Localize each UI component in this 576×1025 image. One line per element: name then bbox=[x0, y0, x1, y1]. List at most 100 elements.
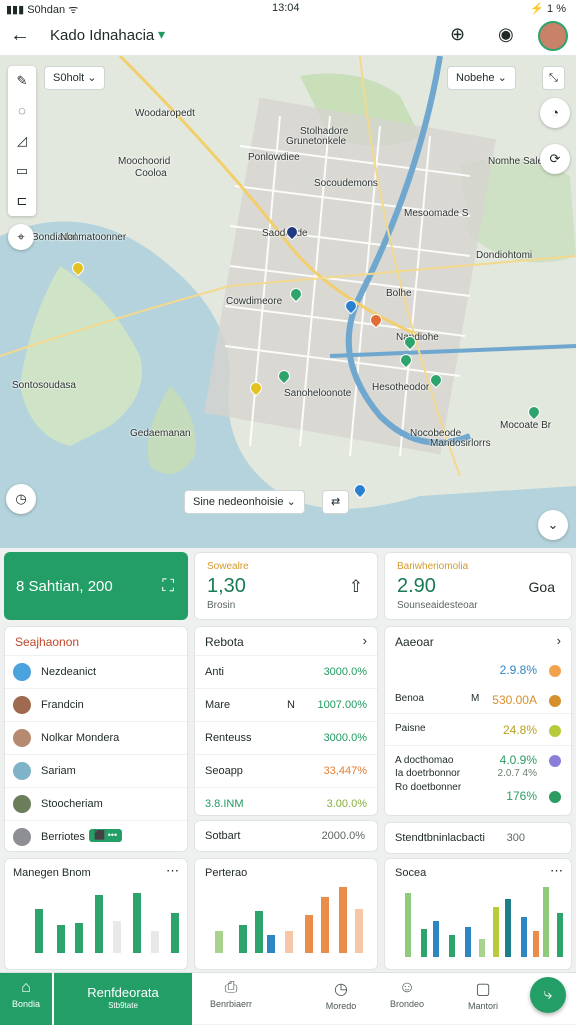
page-title[interactable]: Kado Idnahacia bbox=[50, 27, 154, 44]
map-mode-dropdown[interactable]: Nobehe ⌄ bbox=[447, 66, 516, 90]
locate-icon[interactable]: ⌖ bbox=[8, 224, 34, 250]
nav-item-bag[interactable]: ⎙ Benrbiaerr bbox=[196, 973, 266, 1025]
chat-icon: ▢ bbox=[475, 981, 491, 998]
map-label: Hesotheodor bbox=[372, 382, 430, 393]
route-button[interactable]: ⇄ bbox=[322, 490, 350, 514]
footer-value: 300 bbox=[506, 832, 525, 844]
chevron-right-icon[interactable]: › bbox=[557, 633, 561, 648]
map-label: Woodaropedt bbox=[135, 108, 195, 119]
list-item-label: Frandcin bbox=[41, 699, 84, 711]
mid-footer-card[interactable]: Sotbart 2000.0% bbox=[194, 820, 378, 852]
map-label: Ponlowdiee bbox=[248, 152, 300, 163]
summary-card-metric[interactable]: Sowealre 1,30 Brosin ⇧ bbox=[194, 552, 378, 620]
list-item[interactable]: Nezdeanict bbox=[5, 655, 187, 688]
collapse-icon[interactable]: ⌄ bbox=[538, 510, 568, 540]
summary-primary-label: 8 Sahtian, 200 bbox=[16, 578, 113, 595]
row-label: Renteuss bbox=[205, 732, 252, 744]
layers-icon[interactable]: ▭ bbox=[8, 156, 36, 186]
notification-icon[interactable]: ⊕ bbox=[450, 24, 465, 45]
chart-card-left: Manegen Bnom ⋯ bbox=[4, 858, 188, 970]
bar bbox=[285, 931, 293, 953]
list-item-label: Nezdeanict bbox=[41, 666, 97, 678]
map-view[interactable]: Woodaropedt Moochoorid Cooloa Stolhadore… bbox=[0, 56, 576, 548]
list-item[interactable]: Nolkar Mondera bbox=[5, 721, 187, 754]
map-label: Mocoate Br bbox=[500, 420, 552, 431]
mid-list-title: Rebota bbox=[205, 635, 244, 649]
metric-value: 1,30 bbox=[207, 575, 246, 597]
row-value: 1007.00% bbox=[317, 699, 367, 711]
row-label: A docthomao bbox=[395, 755, 454, 766]
avatar bbox=[13, 696, 31, 714]
list-item[interactable]: Frandcin bbox=[5, 688, 187, 721]
nav-item-profile[interactable]: ☺ Brondeo bbox=[372, 973, 442, 1025]
chevron-down-icon[interactable]: ▾ bbox=[158, 26, 165, 43]
bar bbox=[557, 913, 563, 957]
chevron-right-icon[interactable]: › bbox=[363, 633, 367, 648]
bar bbox=[171, 913, 179, 953]
lasso-icon[interactable]: ◌ bbox=[8, 96, 36, 126]
status-dot bbox=[549, 755, 561, 767]
profile-icon: ☺ bbox=[398, 979, 416, 996]
table-row[interactable]: Seoapp 33,447% bbox=[195, 754, 377, 787]
nav-item-clock[interactable]: ◷ Moredo bbox=[306, 973, 376, 1025]
footer-label: Stendtbninlacbacti bbox=[395, 832, 485, 844]
summary-card-primary[interactable]: 8 Sahtian, 200 ⛶ bbox=[4, 552, 188, 620]
map-label: Mesoomade S bbox=[404, 208, 469, 219]
nav-item-home[interactable]: ⌂ Bondia bbox=[0, 973, 52, 1025]
more-icon[interactable]: ⋯ bbox=[166, 863, 179, 879]
right-footer-card[interactable]: Stendtbninlacbacti 300 bbox=[384, 822, 572, 854]
bar bbox=[113, 921, 121, 953]
table-row[interactable]: 3.8.INM 3.00.0% bbox=[195, 787, 377, 815]
map-label: Grunetonkele bbox=[286, 136, 347, 147]
map-label: Cooloa bbox=[135, 168, 167, 179]
footer-value: 2000.0% bbox=[321, 830, 365, 842]
row-label: Paisne bbox=[395, 723, 426, 734]
nav-item-active[interactable]: Renfdeorata Stb9tate bbox=[54, 973, 192, 1025]
avatar[interactable] bbox=[538, 21, 568, 51]
rotate-icon[interactable]: ⟳ bbox=[540, 144, 570, 174]
bar bbox=[533, 931, 539, 957]
clock-icon: ◷ bbox=[334, 981, 348, 998]
back-arrow-icon[interactable]: ← bbox=[10, 24, 30, 47]
map-label: Nonmatoonner bbox=[60, 232, 127, 243]
ruler-icon[interactable]: ◿ bbox=[8, 126, 36, 156]
avatar bbox=[13, 795, 31, 813]
layer-dropdown[interactable]: Sine nedeonhoisie ⌄ bbox=[184, 490, 305, 514]
bar bbox=[479, 939, 485, 957]
table-row[interactable]: Renteuss 3000.0% bbox=[195, 721, 377, 754]
draw-icon[interactable]: ✎ bbox=[8, 66, 36, 96]
row-value: 176% bbox=[506, 789, 537, 803]
table-row[interactable]: Anti 3000.0% bbox=[195, 655, 377, 688]
left-list-title: Seajhaonon bbox=[15, 635, 80, 649]
list-item[interactable]: Sariam bbox=[5, 754, 187, 787]
bar bbox=[305, 915, 313, 953]
target-icon[interactable]: ◉ bbox=[498, 24, 514, 45]
map-label: Moochoorid bbox=[118, 156, 171, 167]
summary-card-metric[interactable]: Bariwheriomolia 2.90 Sounseaidesteoar Go… bbox=[384, 552, 572, 620]
bar bbox=[57, 925, 65, 953]
metric-caption: Sowealre bbox=[207, 561, 249, 572]
gauge-icon[interactable]: ◷ bbox=[6, 484, 36, 514]
list-item[interactable]: Stoocheriam bbox=[5, 787, 187, 820]
bar bbox=[255, 911, 263, 953]
expand-button[interactable]: ⤡ bbox=[542, 66, 565, 90]
table-row[interactable]: Mare N 1007.00% bbox=[195, 688, 377, 721]
nav-item-chat[interactable]: ▢ Mantori bbox=[448, 973, 518, 1025]
fab-button[interactable]: ⤷ bbox=[530, 977, 566, 1013]
filter-dropdown[interactable]: S0holt ⌄ bbox=[44, 66, 106, 90]
battery-indicator: ⚡ 1 % bbox=[530, 3, 566, 15]
more-icon[interactable]: ⋯ bbox=[550, 863, 563, 879]
row-label: Ro doetbonner bbox=[395, 782, 462, 793]
metric-caption: Bariwheriomolia bbox=[397, 561, 469, 572]
map-label: Bolhe bbox=[386, 288, 412, 299]
list-item-label: Nolkar Mondera bbox=[41, 732, 120, 744]
compass-icon[interactable]: ◔ bbox=[540, 98, 570, 128]
status-dot bbox=[549, 791, 561, 803]
list-item[interactable]: Berriotes ⬛ ••• bbox=[5, 820, 187, 851]
avatar bbox=[13, 729, 31, 747]
clock: 13:04 bbox=[272, 2, 300, 14]
map-label: Sontosoudasa bbox=[12, 380, 76, 391]
row-value: 4.0.9% bbox=[499, 753, 537, 767]
frame-icon[interactable]: ⊏ bbox=[8, 186, 36, 216]
bag-icon: ⎙ bbox=[224, 979, 238, 996]
